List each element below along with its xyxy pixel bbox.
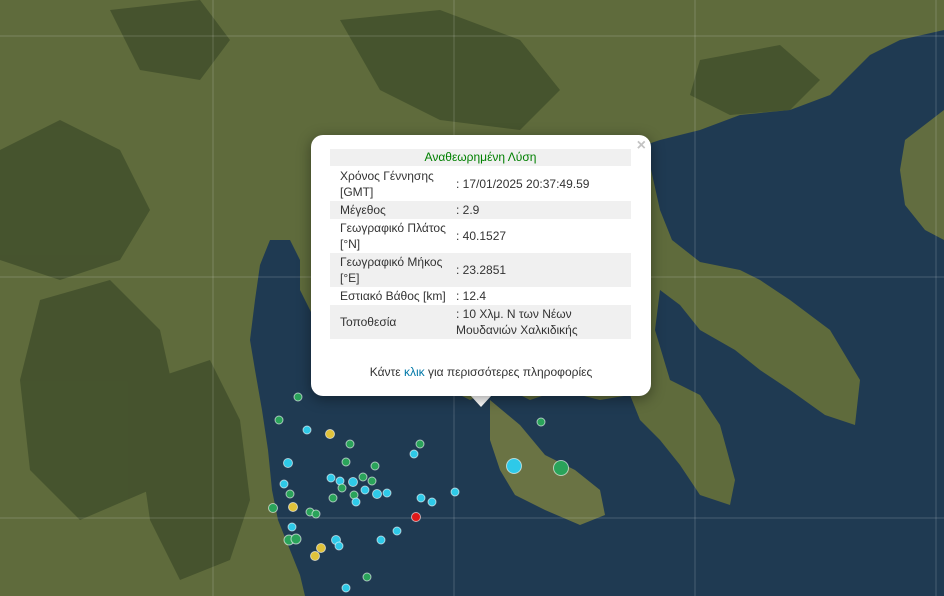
- latitude-label: Γεωγραφικό Πλάτος [°N]: [340, 221, 446, 251]
- table-row: Χρόνος Γέννησης [GMT] : 17/01/2025 20:37…: [330, 167, 631, 201]
- earthquake-marker[interactable]: [334, 541, 344, 551]
- earthquake-marker[interactable]: [372, 489, 382, 499]
- earthquake-marker[interactable]: [382, 488, 392, 498]
- table-row: Μέγεθος : 2.9: [330, 201, 631, 219]
- earthquake-marker[interactable]: [341, 457, 351, 467]
- earthquake-marker[interactable]: [310, 551, 320, 561]
- location-label: Τοποθεσία: [330, 305, 456, 339]
- earthquake-marker[interactable]: [293, 392, 303, 402]
- earthquake-marker[interactable]: [348, 477, 358, 487]
- magnitude-value: : 2.9: [456, 201, 631, 219]
- popup-title: Αναθεωρημένη Λύση: [330, 149, 631, 166]
- popup-tip: [470, 395, 492, 407]
- more-info-text: Κάντε κλικ για περισσότερες πληροφορίες: [311, 365, 651, 379]
- earthquake-marker[interactable]: [268, 503, 278, 513]
- earthquake-marker[interactable]: [279, 479, 289, 489]
- earthquake-marker[interactable]: [392, 526, 402, 536]
- earthquake-marker[interactable]: [360, 485, 370, 495]
- origin-time-label: Χρόνος Γέννησης [GMT]: [340, 169, 434, 199]
- latitude-value: : 40.1527: [456, 229, 507, 243]
- earthquake-marker[interactable]: [341, 583, 351, 593]
- earthquake-marker[interactable]: [326, 473, 336, 483]
- earthquake-marker[interactable]: [283, 458, 293, 468]
- earthquake-marker[interactable]: [316, 543, 326, 553]
- location-value: : 10 Χλμ. Ν των Νέων Μουδανιών Χαλκιδική…: [456, 305, 631, 339]
- earthquake-marker[interactable]: [553, 460, 569, 476]
- more-info-link[interactable]: κλικ: [404, 365, 425, 379]
- earthquake-marker[interactable]: [311, 509, 321, 519]
- earthquake-marker[interactable]: [287, 522, 297, 532]
- earthquake-marker[interactable]: [358, 472, 368, 482]
- earthquake-marker[interactable]: [536, 417, 546, 427]
- earthquake-marker[interactable]: [345, 439, 355, 449]
- depth-value: : 12.4: [456, 289, 487, 303]
- earthquake-marker[interactable]: [288, 502, 298, 512]
- table-row: Τοποθεσία : 10 Χλμ. Ν των Νέων Μουδανιών…: [330, 305, 631, 339]
- earthquake-marker[interactable]: [411, 512, 421, 522]
- earthquake-marker[interactable]: [427, 497, 437, 507]
- earthquake-marker[interactable]: [351, 497, 361, 507]
- earthquake-marker[interactable]: [415, 439, 425, 449]
- depth-label: Εστιακό Βάθος [km]: [340, 289, 446, 303]
- earthquake-marker[interactable]: [362, 572, 372, 582]
- close-icon[interactable]: ×: [637, 138, 646, 154]
- earthquake-marker[interactable]: [290, 533, 302, 545]
- earthquake-marker[interactable]: [285, 489, 295, 499]
- earthquake-marker[interactable]: [370, 461, 380, 471]
- longitude-value: : 23.2851: [456, 253, 631, 287]
- magnitude-label: Μέγεθος: [330, 201, 456, 219]
- earthquake-marker[interactable]: [328, 493, 338, 503]
- earthquake-marker[interactable]: [409, 449, 419, 459]
- table-row: Εστιακό Βάθος [km] : 12.4: [330, 287, 631, 305]
- earthquake-marker[interactable]: [506, 458, 522, 474]
- earthquake-marker[interactable]: [274, 415, 284, 425]
- earthquake-marker[interactable]: [376, 535, 386, 545]
- longitude-label: Γεωγραφικό Μήκος [°E]: [330, 253, 456, 287]
- earthquake-marker[interactable]: [325, 429, 335, 439]
- earthquake-popup: × Αναθεωρημένη Λύση Χρόνος Γέννησης [GMT…: [311, 135, 651, 396]
- more-info-suffix: για περισσότερες πληροφορίες: [424, 365, 593, 379]
- earthquake-marker[interactable]: [416, 493, 426, 503]
- earthquake-marker[interactable]: [302, 425, 312, 435]
- earthquake-marker[interactable]: [367, 476, 377, 486]
- origin-time-value: : 17/01/2025 20:37:49.59: [456, 177, 590, 191]
- earthquake-marker[interactable]: [337, 483, 347, 493]
- table-row: Γεωγραφικό Μήκος [°E] : 23.2851: [330, 253, 631, 287]
- more-info-prefix: Κάντε: [369, 365, 404, 379]
- table-row: Γεωγραφικό Πλάτος [°N] : 40.1527: [330, 219, 631, 253]
- earthquake-info-table: Χρόνος Γέννησης [GMT] : 17/01/2025 20:37…: [330, 167, 631, 339]
- earthquake-marker[interactable]: [450, 487, 460, 497]
